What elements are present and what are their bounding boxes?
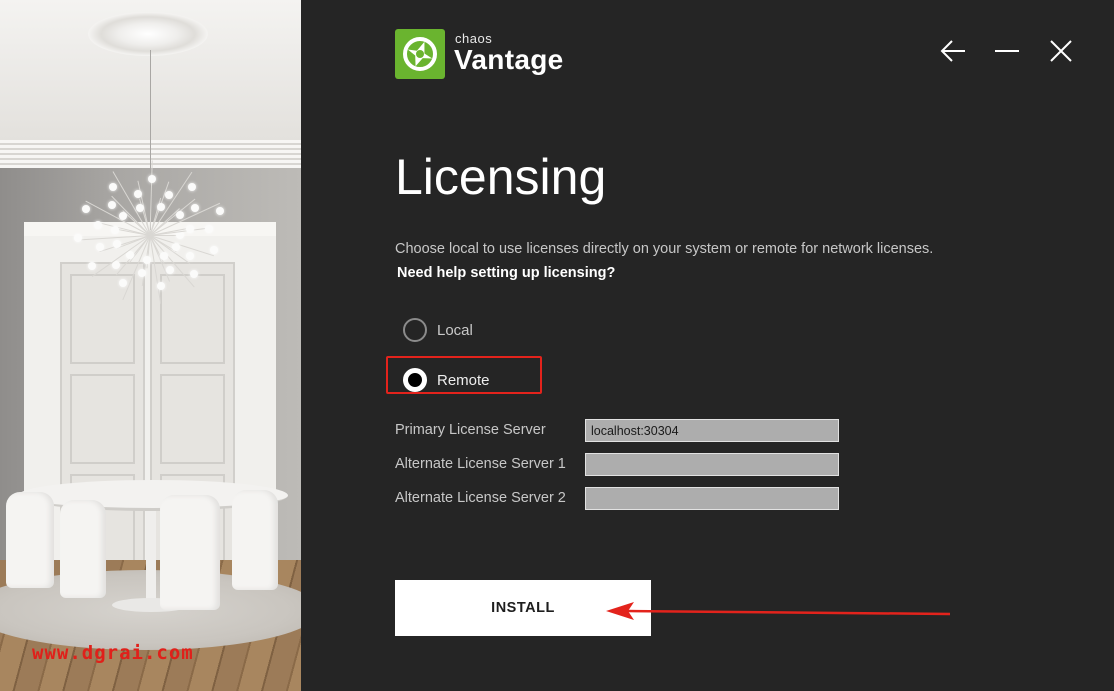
vantage-logo-icon (395, 29, 445, 79)
chandelier-leaf (191, 203, 200, 212)
chair (60, 500, 106, 598)
radio-local[interactable]: Local (403, 318, 473, 342)
chandelier-leaf (156, 202, 165, 211)
page-description: Choose local to use licenses directly on… (395, 241, 934, 257)
radio-remote-label: Remote (437, 371, 490, 389)
page-title: Licensing (395, 149, 607, 205)
chandelier-leaf (175, 210, 184, 219)
minimize-icon (995, 50, 1019, 52)
arrow-left-icon (940, 40, 965, 62)
chandelier-leaf (148, 174, 157, 183)
chandelier-leaf (133, 189, 142, 198)
chair (160, 495, 220, 610)
chandelier-leaf (164, 190, 173, 199)
chandelier-leaf (108, 182, 117, 191)
alternate-server-1-label: Alternate License Server 1 (395, 456, 566, 472)
minimize-button[interactable] (992, 36, 1022, 66)
radio-local-circle[interactable] (403, 318, 427, 342)
close-icon (1050, 40, 1072, 62)
radio-remote[interactable]: Remote (403, 368, 490, 392)
chandelier-leaf (215, 206, 224, 215)
close-button[interactable] (1046, 36, 1076, 66)
chandelier-leaf (118, 212, 127, 221)
chandelier-leaf (88, 261, 97, 270)
red-arrow-annotation-icon (606, 602, 951, 620)
primary-server-label: Primary License Server (395, 422, 546, 438)
table-leg (146, 505, 156, 605)
watermark-text: www.dgrai.com (32, 642, 194, 664)
chair (6, 492, 54, 588)
help-link[interactable]: Need help setting up licensing? (397, 265, 615, 281)
brand-product: Vantage (454, 44, 564, 75)
alternate-server-2-label: Alternate License Server 2 (395, 490, 566, 506)
chandelier-leaf (190, 269, 199, 278)
ceiling-rosette (88, 12, 208, 56)
chandelier-leaf (209, 246, 218, 255)
back-button[interactable] (938, 36, 968, 66)
radio-remote-circle[interactable] (403, 368, 427, 392)
primary-server-input[interactable] (585, 419, 839, 442)
radio-local-label: Local (437, 321, 473, 339)
chandelier-leaf (165, 265, 174, 274)
interior-photo (0, 0, 301, 691)
chandelier-leaf (81, 205, 90, 214)
chair (232, 490, 278, 590)
chandelier-leaf (110, 226, 119, 235)
alternate-server-2-input[interactable] (585, 487, 839, 510)
chandelier-leaf (142, 255, 151, 264)
chandelier-leaf (135, 203, 144, 212)
alternate-server-1-input[interactable] (585, 453, 839, 476)
chandelier-leaf (93, 221, 102, 230)
chandelier-leaf (95, 243, 104, 252)
chandelier-leaf (156, 282, 165, 291)
